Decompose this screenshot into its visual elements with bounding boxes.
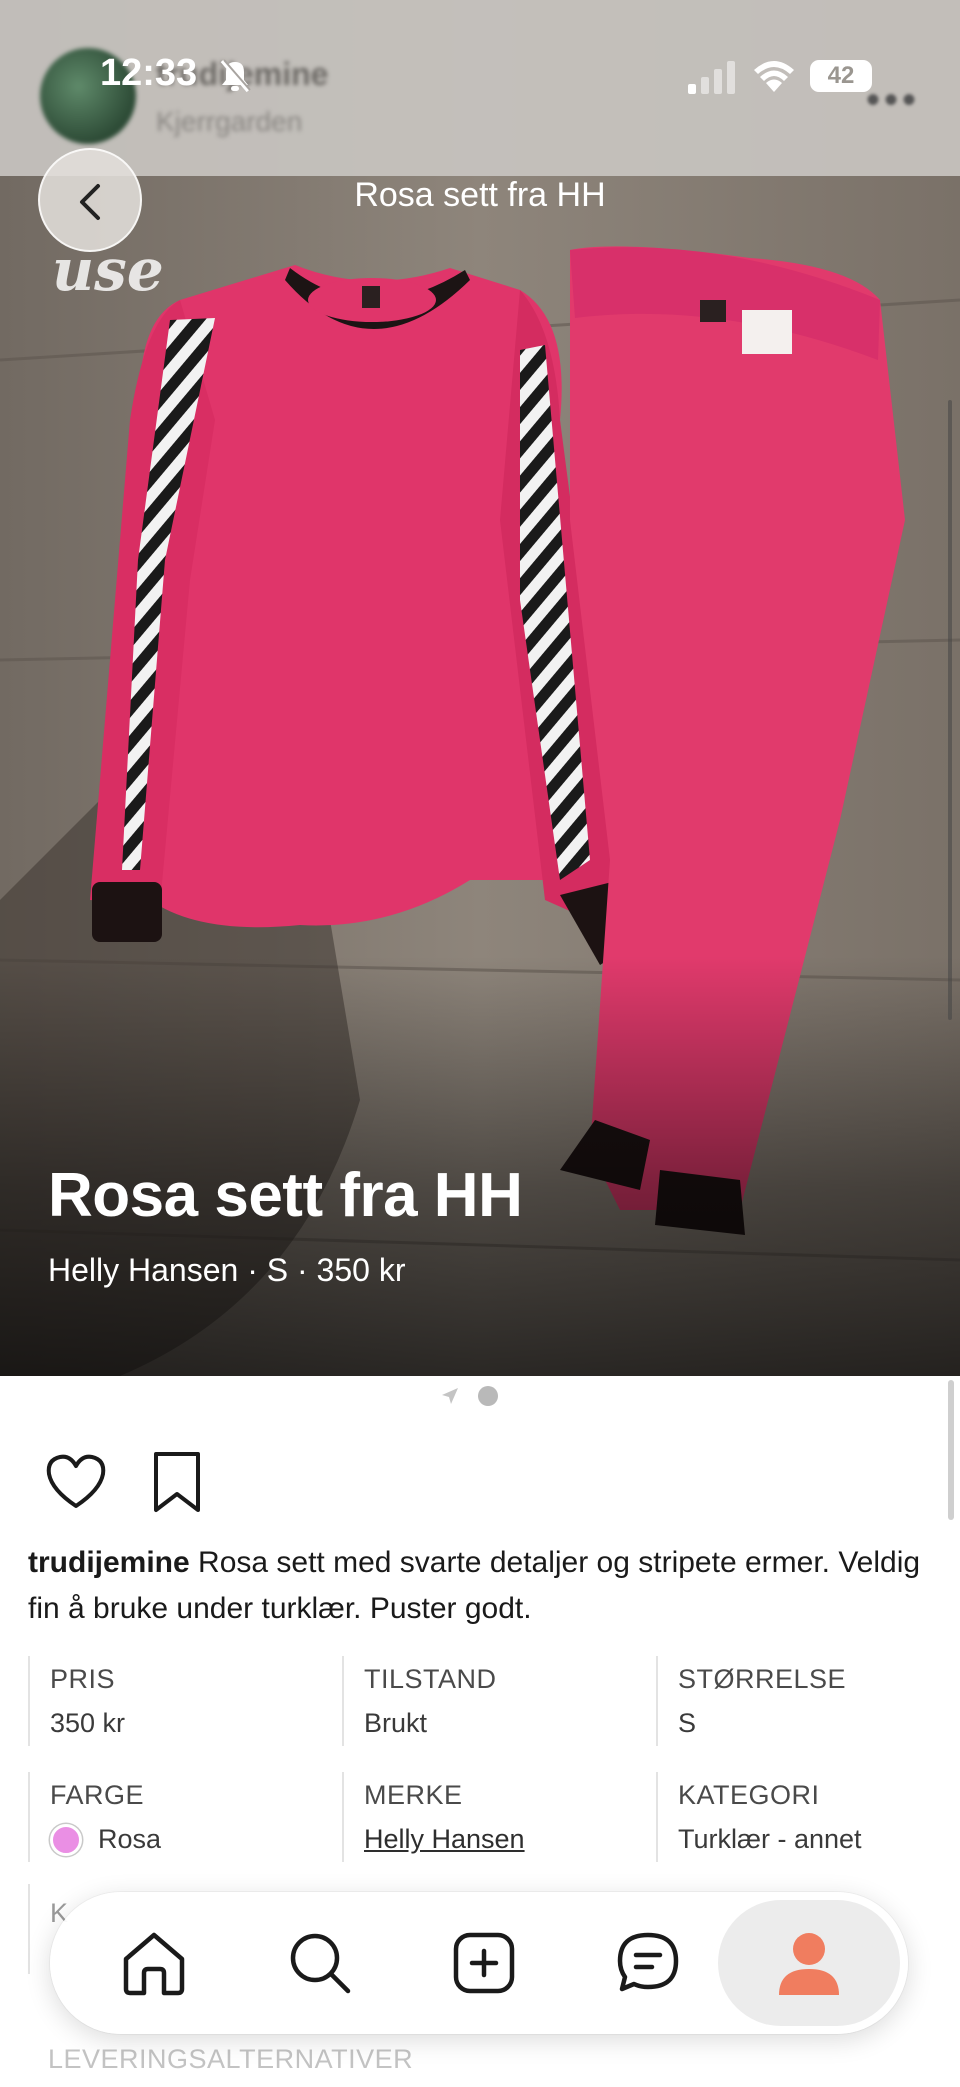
nav-title: Rosa sett fra HH bbox=[354, 176, 606, 214]
listing-title: Rosa sett fra HH bbox=[48, 1161, 523, 1230]
detail-label: PRIS bbox=[50, 1664, 116, 1694]
detail-label: STØRRELSE bbox=[678, 1664, 847, 1694]
detail-label: KATEGORI bbox=[678, 1780, 820, 1810]
detail-size: STØRRELSE S bbox=[656, 1656, 956, 1746]
wifi-icon bbox=[754, 61, 794, 92]
status-time: 12:33 bbox=[100, 52, 198, 94]
like-button[interactable] bbox=[44, 1452, 108, 1512]
detail-label: TILSTAND bbox=[364, 1664, 497, 1694]
detail-price: PRIS 350 kr bbox=[28, 1656, 328, 1746]
detail-value: Rosa bbox=[98, 1824, 162, 1854]
bookmark-icon bbox=[154, 1452, 200, 1512]
detail-color: FARGE Rosa bbox=[28, 1772, 328, 1862]
tab-messages[interactable] bbox=[610, 1925, 686, 2001]
listing-description: trudijemine Rosa sett med svarte detalje… bbox=[28, 1540, 928, 1632]
pager-dot[interactable] bbox=[478, 1386, 498, 1406]
save-button[interactable] bbox=[150, 1450, 204, 1514]
heart-icon bbox=[46, 1454, 106, 1508]
tab-profile[interactable] bbox=[718, 1900, 900, 2026]
chevron-left-icon bbox=[80, 184, 100, 220]
tab-home[interactable] bbox=[116, 1925, 192, 2001]
detail-value: Turklær - annet bbox=[678, 1824, 862, 1854]
detail-condition: TILSTAND Brukt bbox=[342, 1656, 642, 1746]
detail-brand: MERKE Helly Hansen bbox=[342, 1772, 642, 1862]
detail-value: S bbox=[678, 1708, 697, 1738]
app-watermark: use bbox=[52, 236, 164, 304]
page-scrollbar[interactable] bbox=[948, 1380, 954, 1520]
photo-scroll-indicator bbox=[948, 400, 952, 1020]
home-icon bbox=[123, 1932, 185, 1996]
person-icon bbox=[779, 1933, 839, 1995]
chat-icon bbox=[617, 1932, 679, 1992]
description-username[interactable]: trudijemine bbox=[28, 1546, 190, 1579]
detail-label: MERKE bbox=[364, 1780, 463, 1810]
detail-category: KATEGORI Turklær - annet bbox=[656, 1772, 956, 1862]
photo-pager bbox=[440, 1384, 520, 1408]
seller-location: Kjerrgarden bbox=[156, 106, 303, 137]
color-swatch bbox=[50, 1824, 82, 1856]
cellular-signal-icon bbox=[688, 61, 735, 94]
battery-indicator: 42 bbox=[810, 60, 872, 92]
detail-label: FARGE bbox=[50, 1780, 145, 1810]
detail-value: Brukt bbox=[364, 1708, 428, 1738]
brand-link[interactable]: Helly Hansen bbox=[364, 1824, 525, 1855]
detail-value: 350 kr bbox=[50, 1708, 126, 1738]
more-options-icon[interactable]: ••• bbox=[866, 78, 920, 123]
search-icon bbox=[290, 1933, 351, 1994]
tab-search[interactable] bbox=[282, 1925, 358, 2001]
bottom-tab-bar bbox=[50, 1892, 908, 2034]
listing-subtitle: Helly Hansen · S · 350 kr bbox=[48, 1252, 406, 1288]
delivery-options-heading: LEVERINGSALTERNATIVER bbox=[48, 2044, 414, 2074]
bell-muted-icon bbox=[220, 59, 251, 93]
plus-square-icon bbox=[453, 1932, 515, 1994]
tab-create[interactable] bbox=[446, 1925, 522, 2001]
location-arrow-icon bbox=[442, 1388, 458, 1404]
